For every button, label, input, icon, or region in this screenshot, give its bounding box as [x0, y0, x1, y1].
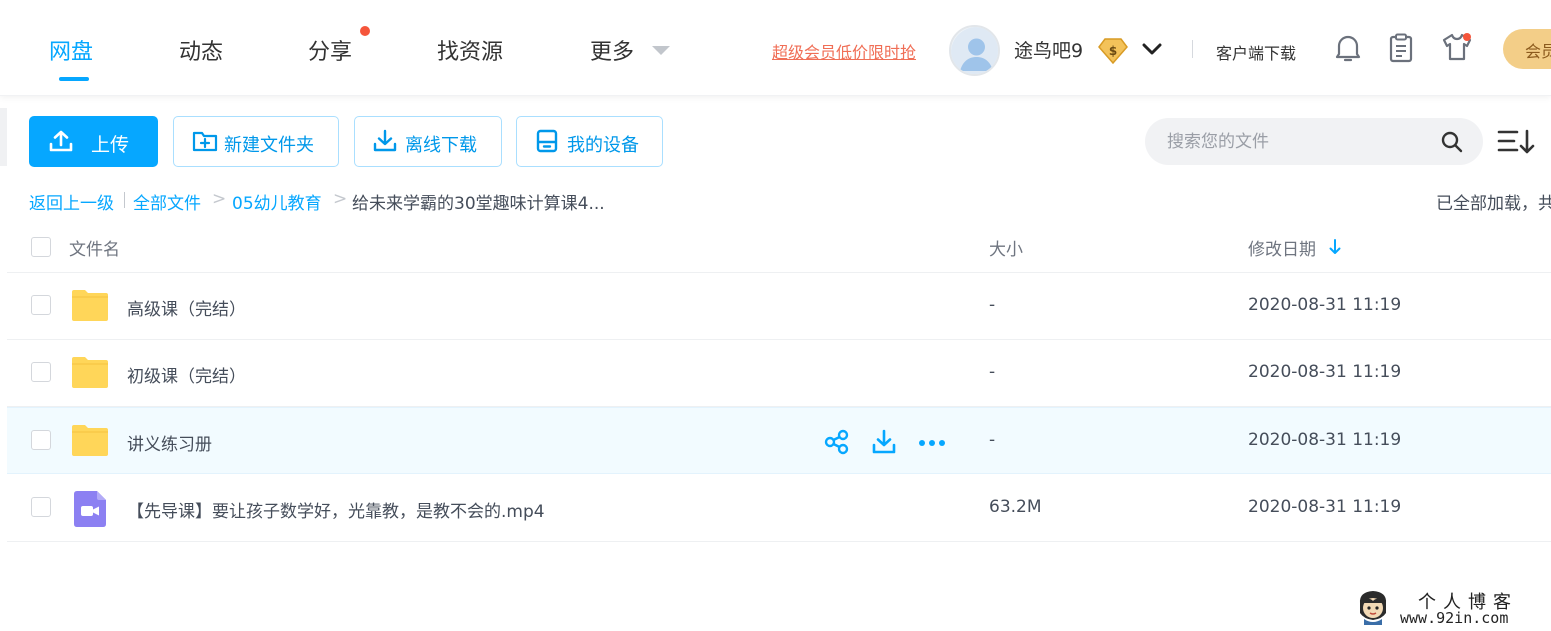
nav-divider	[1192, 40, 1193, 58]
file-name[interactable]: 讲义练习册	[127, 430, 212, 455]
offline-download-button[interactable]: 离线下载	[354, 116, 502, 167]
download-icon[interactable]	[871, 429, 897, 455]
upload-button[interactable]: 上传	[29, 116, 158, 167]
vip-button[interactable]: 会员	[1503, 29, 1551, 69]
row-checkbox[interactable]	[31, 430, 51, 450]
new-folder-button[interactable]: 新建文件夹	[173, 116, 339, 167]
avatar-icon	[951, 27, 998, 74]
sort-list-icon[interactable]	[1497, 128, 1537, 156]
breadcrumb-back[interactable]: 返回上一级	[29, 189, 114, 214]
vip-promo-link[interactable]: 超级会员低价限时抢	[772, 39, 916, 63]
nav-tab-share[interactable]: 分享	[308, 34, 352, 66]
chevron-down-icon[interactable]	[1141, 38, 1163, 60]
left-edge-strip	[0, 108, 7, 166]
bell-icon[interactable]	[1335, 33, 1361, 63]
offline-download-label: 离线下载	[405, 135, 477, 156]
file-size: 63.2M	[989, 497, 1042, 517]
upload-label: 上传	[91, 134, 130, 156]
folder-icon	[72, 290, 108, 321]
file-name[interactable]: 高级课（完结）	[127, 295, 246, 320]
table-row[interactable]: 高级课（完结） - 2020-08-31 11:19	[7, 273, 1551, 340]
breadcrumb-separator: >	[212, 189, 227, 209]
breadcrumb-early-education[interactable]: 05幼儿教育	[232, 189, 322, 214]
column-header-date[interactable]: 修改日期	[1248, 235, 1316, 260]
nav-tab-netdisk[interactable]: 网盘	[49, 34, 93, 66]
username[interactable]: 途鸟吧9	[1014, 36, 1083, 63]
new-folder-icon	[192, 131, 218, 152]
new-folder-label: 新建文件夹	[224, 135, 314, 156]
file-date: 2020-08-31 11:19	[1248, 295, 1402, 315]
video-file-icon	[74, 491, 106, 527]
breadcrumb-divider	[124, 192, 125, 208]
download-icon	[373, 129, 397, 152]
breadcrumb-separator: >	[333, 189, 348, 209]
row-checkbox[interactable]	[31, 497, 51, 517]
row-checkbox[interactable]	[31, 295, 51, 315]
skin-notification-dot	[1463, 33, 1471, 41]
table-row[interactable]: 讲义练习册 - 2020-08-31 11:19	[7, 407, 1551, 474]
top-nav-bar: 网盘 动态 分享 找资源 更多 超级会员低价限时抢 途鸟吧9 $ 客户端下载 会…	[0, 0, 1551, 96]
breadcrumb-all-files[interactable]: 全部文件	[133, 189, 201, 214]
file-name[interactable]: 【先导课】要让孩子数学好，光靠教，是教不会的.mp4	[127, 497, 545, 522]
upload-icon	[49, 130, 73, 152]
device-icon	[536, 129, 558, 153]
client-download-link[interactable]: 客户端下载	[1216, 40, 1296, 64]
file-size: -	[989, 362, 996, 382]
column-header-size[interactable]: 大小	[989, 235, 1023, 260]
more-options-icon[interactable]	[918, 429, 946, 455]
search-input[interactable]	[1145, 118, 1483, 165]
column-header-name[interactable]: 文件名	[69, 235, 120, 260]
breadcrumb-current-folder: 给未来学霸的30堂趣味计算课4...	[352, 194, 605, 214]
my-devices-label: 我的设备	[567, 135, 639, 156]
sort-descending-icon[interactable]	[1329, 239, 1341, 255]
active-tab-indicator	[59, 77, 89, 81]
load-status-text: 已全部加载，共	[1436, 194, 1551, 214]
folder-icon	[72, 357, 108, 388]
search-icon[interactable]	[1440, 130, 1464, 154]
nav-tab-activity[interactable]: 动态	[179, 34, 223, 66]
file-size: -	[989, 295, 996, 315]
nav-tab-find-resources[interactable]: 找资源	[437, 34, 503, 66]
watermark-url: www.92in.com	[1400, 609, 1509, 627]
folder-icon	[72, 425, 108, 456]
watermark-avatar-icon	[1359, 591, 1387, 625]
avatar[interactable]	[949, 25, 1000, 76]
file-date: 2020-08-31 11:19	[1248, 430, 1402, 450]
my-devices-button[interactable]: 我的设备	[516, 116, 663, 167]
nav-tab-more[interactable]: 更多	[590, 34, 634, 66]
select-all-checkbox[interactable]	[31, 237, 51, 257]
file-size: -	[989, 430, 996, 450]
vip-diamond-icon: $	[1098, 38, 1128, 64]
clipboard-icon[interactable]	[1389, 33, 1413, 63]
file-name[interactable]: 初级课（完结）	[127, 362, 246, 387]
vip-badge-text: $	[1109, 44, 1117, 58]
table-row[interactable]: 【先导课】要让孩子数学好，光靠教，是教不会的.mp4 63.2M 2020-08…	[7, 475, 1551, 542]
file-date: 2020-08-31 11:19	[1248, 497, 1402, 517]
file-date: 2020-08-31 11:19	[1248, 362, 1402, 382]
row-checkbox[interactable]	[31, 362, 51, 382]
more-caret-icon[interactable]	[652, 46, 670, 55]
table-row[interactable]: 初级课（完结） - 2020-08-31 11:19	[7, 340, 1551, 407]
share-icon[interactable]	[824, 429, 850, 455]
share-notification-dot	[360, 26, 370, 36]
